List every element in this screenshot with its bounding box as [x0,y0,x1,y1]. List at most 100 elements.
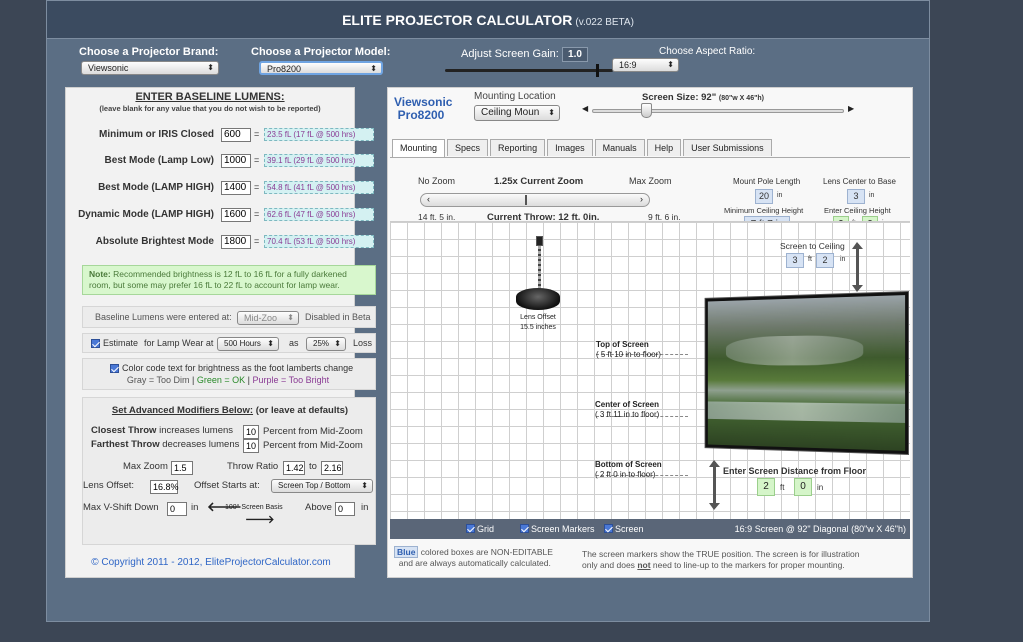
screen-size-label: Screen Size: 92" (80"w X 46"h) [642,92,764,103]
adv-title-text: Set Advanced Modifiers Below: [111,405,254,416]
tab-mounting[interactable]: Mounting [392,139,446,157]
blue-word: Blue [394,546,419,558]
select-arrows-icon: ⬍ [667,60,674,69]
estimate-mid: for Lamp Wear at [144,338,214,348]
baseline-suffix: Disabled in Beta [305,312,371,322]
pct-select[interactable]: 25% ⬍ [306,337,346,351]
model-label: Choose a Projector Model: [251,46,391,58]
lumens-row-label: Absolute Brightest Mode [95,236,214,247]
aspect-select[interactable]: 16:9 ⬍ [612,58,679,72]
lumens-panel: ENTER BASELINE LUMENS: (leave blank for … [65,87,376,578]
closest-input[interactable]: 10 [243,425,259,439]
farthest-row: Farthest Throw decreases lumens [91,439,239,450]
top-screen-value: ( 5 ft 10 in to floor) [596,350,661,359]
screen-slider-left-icon[interactable]: ◀ [582,104,588,113]
ceiling-mount-icon [536,236,543,246]
screen-size-slider[interactable] [592,103,844,118]
lens-center-value: 3 [847,189,865,204]
lens-offset-input[interactable]: 16.8% [150,480,179,494]
screen-slider-right-icon[interactable]: ▶ [848,104,854,113]
lumens-result: 23.5 fL (17 fL @ 500 hrs) [264,128,374,141]
above-input[interactable]: 0 [335,502,355,516]
lamp-wear-box: Estimate for Lamp Wear at 500 Hours ⬍ as … [82,333,376,353]
screen-toggle[interactable]: Screen [604,519,644,539]
grid-toggle[interactable]: Grid [466,519,494,539]
closest-text: increases lumens [159,425,234,436]
floor-label: Enter Screen Distance from Floor [723,466,867,476]
gain-slider-track[interactable] [445,64,613,77]
to-label: to [309,461,317,472]
lumens-input[interactable]: 1600 [221,208,251,222]
marker-note1: The screen markers show the TRUE positio… [582,549,860,559]
above-in: in [361,502,369,513]
legend-gray: Gray = Too Dim [126,375,190,385]
color-code-checkbox[interactable] [110,363,121,375]
screen-image-river [726,334,863,366]
center-screen-value: ( 3 ft 11 in to floor) [595,410,660,419]
marker-note2a: only and does [582,560,635,570]
baseline-box: Baseline Lumens were entered at: Mid-Zoo… [82,306,376,328]
mounting-panel: Viewsonic Pro8200 Mounting Location Ceil… [387,87,913,578]
checkbox-icon [466,524,475,533]
tab-images[interactable]: Images [547,139,593,156]
lumens-input[interactable]: 1400 [221,181,251,195]
lumens-eq: = [254,182,260,192]
lens-offset-marker-label: Lens Offset [520,314,556,321]
hours-select[interactable]: 500 Hours ⬍ [217,337,279,351]
blue-text1: colored boxes are NON-EDITABLE [420,547,553,557]
color-code-line1: Color code text for brightness as the fo… [122,363,354,373]
advanced-box: Set Advanced Modifiers Below: (or leave … [82,397,376,545]
screen-size-handle[interactable] [641,103,652,118]
marker-note: The screen markers show the TRUE positio… [582,549,912,571]
current-zoom-label: 1.25x Current Zoom [494,176,584,187]
bottom-screen-marker: Bottom of Screen( 2 ft 0 in to floor) [595,460,662,480]
floor-in-input[interactable]: 0 [794,478,812,496]
markers-toggle[interactable]: Screen Markers [520,519,595,539]
maxzoom-input[interactable]: 1.5 [171,461,193,475]
select-arrows-icon: ⬍ [287,313,294,322]
baseline-select[interactable]: Mid-Zoo ⬍ [237,311,299,325]
note-bold: Note: [89,269,111,279]
min-ceiling-label: Minimum Ceiling Height [724,206,804,215]
lumens-input[interactable]: 1000 [221,154,251,168]
above-label: Above [305,502,332,513]
brand-select[interactable]: Viewsonic ⬍ [81,61,219,75]
brightness-note: Note: Recommended brightness is 12 fL to… [82,265,376,295]
farthest-input[interactable]: 10 [243,439,259,453]
no-zoom-label: No Zoom [418,176,456,186]
tab-specs[interactable]: Specs [447,139,489,156]
floor-ft-unit: ft [780,483,785,492]
estimate-checkbox[interactable] [91,338,102,350]
baseline-select-value: Mid-Zoo [244,313,278,323]
zoom-left-icon[interactable]: ‹ [427,194,430,204]
legend-green: Green = OK [196,375,246,385]
tab-manuals[interactable]: Manuals [594,139,645,156]
zoom-right-icon[interactable]: › [640,194,643,204]
closest-suffix: Percent from Mid-Zoom [263,426,363,437]
offset-starts-select[interactable]: Screen Top / Bottom ⬍ [271,479,373,493]
lumens-input[interactable]: 1800 [221,235,251,249]
tab-reporting[interactable]: Reporting [490,139,546,156]
zoom-slider[interactable]: ‹ › [420,193,650,207]
marker-note2b: need to line-up to the markers for prope… [652,560,845,570]
vshift-input[interactable]: 0 [167,502,187,516]
tab-user-submissions[interactable]: User Submissions [683,139,772,156]
lumens-title: ENTER BASELINE LUMENS: [135,91,285,103]
throw-max-input[interactable]: 2.16 [321,461,343,475]
lumens-row-label: Dynamic Mode (LAMP HIGH) [78,209,214,220]
floor-ft-input[interactable]: 2 [757,478,775,496]
farthest-text: decreases lumens [162,439,240,450]
throw-min-input[interactable]: 1.42 [283,461,305,475]
gain-slider-handle[interactable] [596,64,600,77]
mounting-diagram: Lens Offset 15.5 inches Top of Screen( 5 … [390,221,910,519]
tab-help[interactable]: Help [646,139,682,156]
color-code-legend: Gray = Too Dim | Green = OK | Purple = T… [83,375,373,385]
app-header: ELITE PROJECTOR CALCULATOR (v.022 BETA) [47,1,929,39]
zoom-handle[interactable] [524,195,527,205]
model-select[interactable]: Pro8200 ⬍ [259,61,383,75]
lens-offset-label: Lens Offset: [83,480,135,491]
diagram-toolbar: Grid Screen Markers Screen 16:9 Screen @… [390,519,910,539]
mounting-select[interactable]: Ceiling Moun ⬍ [474,105,560,121]
lumens-input[interactable]: 600 [221,128,251,142]
copyright-link[interactable]: © Copyright 2011 - 2012, EliteProjectorC… [66,557,356,568]
